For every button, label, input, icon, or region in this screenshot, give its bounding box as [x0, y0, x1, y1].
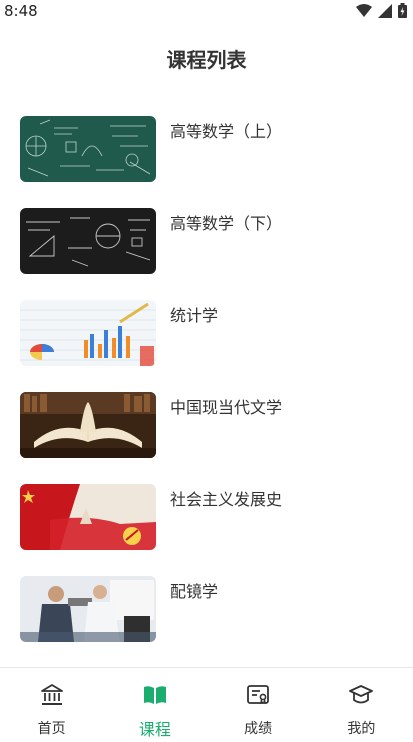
page-title: 课程列表 — [166, 48, 247, 72]
course-thumbnail — [20, 208, 156, 274]
course-thumbnail — [20, 392, 156, 458]
course-thumbnail — [20, 116, 156, 182]
tab-label: 我的 — [347, 721, 376, 737]
course-item-advanced-math-2[interactable]: 高等数学（下） — [20, 208, 400, 274]
course-item-statistics[interactable]: 统计学 — [20, 300, 400, 366]
course-item-socialism-history[interactable]: 社会主义发展史 — [20, 484, 400, 550]
course-name: 配镜学 — [170, 582, 219, 601]
wifi-icon — [356, 3, 372, 17]
tab-courses[interactable]: 课程 — [103, 668, 206, 742]
tab-label: 课程 — [138, 720, 171, 739]
book-icon — [143, 686, 166, 704]
battery-icon — [398, 3, 407, 18]
tab-label: 首页 — [37, 721, 66, 737]
signal-icon — [378, 3, 392, 18]
tab-grades[interactable]: 成绩 — [207, 668, 310, 742]
course-name: 统计学 — [170, 306, 219, 325]
tab-home[interactable]: 首页 — [0, 668, 103, 742]
course-item-optometry[interactable]: 配镜学 — [20, 576, 400, 642]
grade-card-icon — [247, 685, 270, 705]
status-bar: 8:48 — [0, 0, 413, 22]
course-thumbnail — [20, 300, 156, 366]
bottom-tab-bar: 首页 课程 成绩 我的 — [0, 668, 413, 742]
course-item-modern-literature[interactable]: 中国现当代文学 — [20, 392, 400, 458]
graduation-cap-icon — [349, 685, 374, 704]
tab-profile[interactable]: 我的 — [310, 668, 413, 742]
course-thumbnail — [20, 484, 156, 550]
course-thumbnail — [20, 576, 156, 642]
home-bank-icon — [40, 684, 63, 705]
tab-label: 成绩 — [244, 721, 273, 737]
status-icons — [356, 3, 407, 18]
course-name: 高等数学（上） — [170, 122, 283, 141]
course-name: 社会主义发展史 — [170, 490, 283, 509]
status-time: 8:48 — [4, 2, 38, 20]
course-name: 高等数学（下） — [170, 214, 283, 233]
course-item-advanced-math-1[interactable]: 高等数学（上） — [20, 116, 400, 182]
course-name: 中国现当代文学 — [170, 398, 283, 417]
